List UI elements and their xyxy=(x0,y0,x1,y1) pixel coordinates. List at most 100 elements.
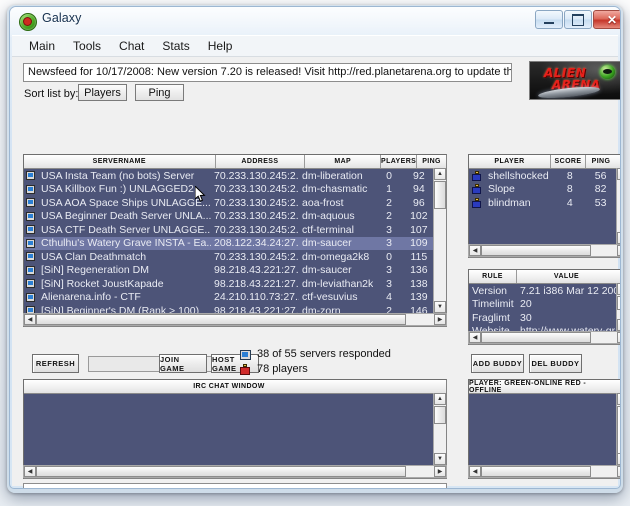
cell-servername: USA AOA Space Ships UNLAGGE... xyxy=(38,197,211,209)
table-row[interactable]: [SiN] Regeneration DM98.218.43.221:27...… xyxy=(24,264,433,278)
scroll-right-icon[interactable]: ▶ xyxy=(434,314,446,325)
player-list-vscrollbar[interactable]: ▲ ▼ xyxy=(616,168,621,244)
sort-by-ping-button[interactable]: Ping xyxy=(135,84,184,101)
table-row[interactable]: Alienarena.info - CTF24.210.110.73:27...… xyxy=(24,291,433,305)
scroll-left-icon[interactable]: ◀ xyxy=(24,466,36,477)
chat-vscroll-thumb[interactable] xyxy=(434,406,446,424)
chat-input[interactable] xyxy=(23,483,447,489)
table-row[interactable]: USA Beginner Death Server UNLA...70.233.… xyxy=(24,210,433,224)
column-value[interactable]: VALUE xyxy=(517,270,616,283)
menu-item-chat[interactable]: Chat xyxy=(110,37,153,55)
scroll-right-icon[interactable]: ▶ xyxy=(617,332,621,343)
menu-item-help[interactable]: Help xyxy=(199,37,242,55)
refresh-button[interactable]: REFRESH xyxy=(32,354,79,373)
scroll-right-icon[interactable]: ▶ xyxy=(434,466,446,477)
player-list-rows[interactable]: shellshocked856Slope882blindman453 xyxy=(469,169,616,245)
minimize-button[interactable] xyxy=(535,10,563,29)
column-servername[interactable]: SERVERNAME xyxy=(24,155,216,168)
scroll-right-icon[interactable]: ▶ xyxy=(617,466,621,477)
buddy-list-rows[interactable] xyxy=(469,394,616,466)
rule-list[interactable]: RULE VALUE Version7.21 i386 Mar 12 2009 … xyxy=(468,269,621,345)
chat-vscrollbar[interactable]: ▲ ▼ xyxy=(433,393,446,465)
rule-list-hscrollbar[interactable]: ◀ ▶ xyxy=(468,331,621,344)
column-map[interactable]: MAP xyxy=(305,155,381,168)
server-icon xyxy=(26,279,35,288)
cell-players: 3 xyxy=(373,224,404,236)
rule-list-hscroll-thumb[interactable] xyxy=(481,332,591,343)
table-row[interactable]: USA CTF Death Server UNLAGGE...70.233.13… xyxy=(24,223,433,237)
scroll-left-icon[interactable]: ◀ xyxy=(469,332,481,343)
scroll-up-icon[interactable]: ▲ xyxy=(434,393,446,405)
chat-hscrollbar[interactable]: ◀ ▶ xyxy=(23,465,447,478)
buddy-list-hscrollbar[interactable]: ◀ ▶ xyxy=(468,465,621,478)
column-rule[interactable]: RULE xyxy=(469,270,517,283)
scroll-down-icon[interactable]: ▼ xyxy=(617,453,621,465)
rule-list-rows[interactable]: Version7.21 i386 Mar 12 2009 LTimelimit2… xyxy=(469,284,616,332)
rule-list-vscroll-thumb[interactable] xyxy=(617,296,621,310)
server-list-vscroll-thumb[interactable] xyxy=(434,181,446,209)
scroll-left-icon[interactable]: ◀ xyxy=(469,245,481,256)
column-ping[interactable]: PING xyxy=(417,155,446,168)
scroll-up-icon[interactable]: ▲ xyxy=(617,393,621,405)
menu-item-main[interactable]: Main xyxy=(20,37,64,55)
player-list-hscrollbar[interactable]: ◀ ▶ xyxy=(468,244,621,257)
column-player[interactable]: PLAYER xyxy=(469,155,551,168)
server-list-vscrollbar[interactable]: ▲ ▼ xyxy=(433,168,446,313)
del-buddy-button[interactable]: DEL BUDDY xyxy=(529,354,582,373)
scroll-down-icon[interactable]: ▼ xyxy=(617,232,621,244)
server-list-hscroll-thumb[interactable] xyxy=(36,314,406,325)
maximize-button[interactable] xyxy=(564,10,592,29)
join-game-button[interactable]: JOIN GAME xyxy=(159,354,207,373)
server-list[interactable]: SERVERNAME ADDRESS MAP PLAYERS PING USA … xyxy=(23,154,447,327)
rule-list-vscrollbar[interactable]: ▲ ▼ xyxy=(616,283,621,331)
column-address[interactable]: ADDRESS xyxy=(216,155,306,168)
server-list-rows[interactable]: USA Insta Team (no bots) Server70.233.13… xyxy=(24,169,433,314)
table-row[interactable]: Slope882 xyxy=(469,183,616,197)
scroll-left-icon[interactable]: ◀ xyxy=(24,314,36,325)
buddy-list[interactable]: PLAYER: GREEN-ONLINE RED - OFFLINE ▲ ▼ ◀… xyxy=(468,379,621,479)
column-pping[interactable]: PING xyxy=(586,155,616,168)
irc-chat-window[interactable]: IRC CHAT WINDOW ▲ ▼ ◀ ▶ xyxy=(23,379,447,479)
host-game-button[interactable]: HOST GAME xyxy=(211,354,259,373)
menu-item-stats[interactable]: Stats xyxy=(153,37,198,55)
scroll-right-icon[interactable]: ▶ xyxy=(617,245,621,256)
buddy-list-hscroll-thumb[interactable] xyxy=(481,466,591,477)
alien-arena-logo: ALIEN ARENA xyxy=(529,61,621,100)
menu-item-tools[interactable]: Tools xyxy=(64,37,110,55)
table-row[interactable]: USA Clan Deathmatch70.233.130.245:2...dm… xyxy=(24,250,433,264)
scroll-down-icon[interactable]: ▼ xyxy=(434,301,446,313)
scroll-down-icon[interactable]: ▼ xyxy=(434,453,446,465)
cell-ping: 82 xyxy=(585,183,616,195)
table-row[interactable]: Version7.21 i386 Mar 12 2009 L xyxy=(469,284,616,298)
player-list-hscroll-thumb[interactable] xyxy=(481,245,591,256)
column-score[interactable]: SCORE xyxy=(551,155,586,168)
table-row[interactable]: USA AOA Space Ships UNLAGGE...70.233.130… xyxy=(24,196,433,210)
chat-hscroll-thumb[interactable] xyxy=(36,466,406,477)
cell-players: 2 xyxy=(373,210,404,222)
cell-address: 98.218.43.221:27... xyxy=(211,264,299,276)
player-list[interactable]: PLAYER SCORE PING shellshocked856Slope88… xyxy=(468,154,621,258)
menu-bar: Main Tools Chat Stats Help xyxy=(12,35,618,56)
galaxy-app-icon xyxy=(19,13,37,31)
scroll-up-icon[interactable]: ▲ xyxy=(617,168,621,180)
scroll-up-icon[interactable]: ▲ xyxy=(434,168,446,180)
cell-address: 98.218.43.221:27... xyxy=(211,278,299,290)
table-row[interactable]: Cthulhu's Watery Grave INSTA - Ea...208.… xyxy=(24,237,433,251)
chat-message-area[interactable] xyxy=(24,394,433,466)
table-row[interactable]: USA Insta Team (no bots) Server70.233.13… xyxy=(24,169,433,183)
table-row[interactable]: shellshocked856 xyxy=(469,169,616,183)
column-players[interactable]: PLAYERS xyxy=(381,155,417,168)
table-row[interactable]: blindman453 xyxy=(469,196,616,210)
sort-by-players-button[interactable]: Players xyxy=(78,84,127,101)
close-button[interactable]: ✕ xyxy=(593,10,621,29)
scroll-up-icon[interactable]: ▲ xyxy=(617,283,621,295)
table-row[interactable]: Timelimit20 xyxy=(469,298,616,312)
table-row[interactable]: USA Killbox Fun :) UNLAGGED270.233.130.2… xyxy=(24,183,433,197)
server-list-hscrollbar[interactable]: ◀ ▶ xyxy=(23,313,447,326)
scroll-left-icon[interactable]: ◀ xyxy=(469,466,481,477)
scroll-down-icon[interactable]: ▼ xyxy=(617,319,621,331)
table-row[interactable]: [SiN] Rocket JoustKapade98.218.43.221:27… xyxy=(24,277,433,291)
add-buddy-button[interactable]: ADD BUDDY xyxy=(471,354,524,373)
buddy-list-vscrollbar[interactable]: ▲ ▼ xyxy=(616,393,621,465)
table-row[interactable]: Fraglimt30 xyxy=(469,311,616,325)
